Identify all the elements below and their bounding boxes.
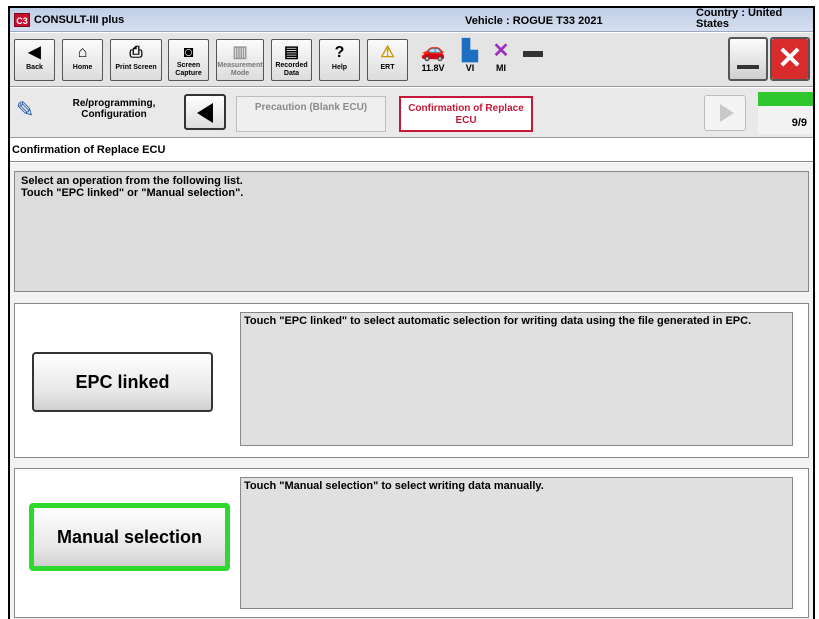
reprogramming-icon: ✎ bbox=[16, 97, 35, 122]
instruction-line-1: Select an operation from the following l… bbox=[21, 175, 243, 187]
vehicle-label: Vehicle : ROGUE T33 2021 bbox=[465, 15, 603, 27]
mi-x-icon: ✕ bbox=[492, 40, 510, 62]
battery-status: 🚗 11.8V bbox=[414, 37, 452, 73]
camera-icon: ◙ bbox=[183, 44, 194, 61]
ert-button[interactable]: ⚠ ERT bbox=[367, 39, 408, 81]
vi-label: VI bbox=[465, 63, 475, 73]
epc-linked-button[interactable]: EPC linked bbox=[32, 352, 213, 412]
screen-capture-button[interactable]: ◙ Screen Capture bbox=[168, 39, 209, 81]
back-label: Back bbox=[26, 64, 43, 71]
manual-selection-description: Touch "Manual selection" to select writi… bbox=[240, 477, 793, 609]
measurement-icon: ▥ bbox=[232, 44, 248, 61]
minimize-button[interactable] bbox=[728, 37, 768, 81]
home-icon: ⌂ bbox=[77, 44, 88, 61]
instruction-line-2: Touch "EPC linked" or "Manual selection"… bbox=[21, 187, 244, 199]
measurement-mode-button[interactable]: ▥ Measurement Mode bbox=[216, 39, 264, 81]
page-title: Confirmation of Replace ECU bbox=[10, 139, 813, 162]
help-label: Help bbox=[331, 64, 348, 71]
country-label: Country : United States bbox=[696, 7, 783, 30]
close-icon: ✕ bbox=[772, 39, 808, 79]
recorded-data-button[interactable]: ▤ Recorded Data bbox=[271, 39, 312, 81]
signal-icon: ▙ bbox=[462, 40, 478, 62]
app-title: CONSULT-III plus bbox=[34, 14, 125, 26]
title-bar: C3 CONSULT-III plus Vehicle : ROGUE T33 … bbox=[10, 8, 813, 32]
progress-bar-fill bbox=[758, 92, 813, 106]
recorded-data-icon: ▤ bbox=[283, 44, 300, 61]
home-button[interactable]: ⌂ Home bbox=[62, 39, 103, 81]
progress-text: 9/9 bbox=[791, 117, 807, 129]
epc-linked-panel: EPC linked Touch "EPC linked" to select … bbox=[14, 303, 809, 458]
instruction-box: Select an operation from the following l… bbox=[14, 171, 809, 292]
mi-status: ✕ MI bbox=[488, 37, 514, 73]
manual-selection-button[interactable]: Manual selection bbox=[29, 503, 230, 571]
print-screen-button[interactable]: ⎙ Print Screen bbox=[110, 39, 162, 81]
back-button[interactable]: ◀ Back bbox=[14, 39, 55, 81]
connection-status: ▬ bbox=[518, 37, 548, 63]
main-content: Select an operation from the following l… bbox=[10, 163, 813, 619]
app-window: C3 CONSULT-III plus Vehicle : ROGUE T33 … bbox=[8, 6, 815, 619]
manual-selection-panel: Manual selection Touch "Manual selection… bbox=[14, 468, 809, 618]
recorded-data-label: Recorded Data bbox=[275, 62, 308, 77]
printer-icon: ⎙ bbox=[129, 44, 143, 61]
consult-logo-icon: C3 bbox=[14, 13, 30, 27]
close-button[interactable]: ✕ bbox=[770, 37, 810, 81]
breadcrumb-reprogramming[interactable]: Re/programming, Configuration bbox=[54, 98, 174, 120]
navigation-bar: ✎ Re/programming, Configuration Precauti… bbox=[10, 88, 813, 138]
warning-icon: ⚠ bbox=[380, 44, 395, 61]
measurement-mode-label: Measurement Mode bbox=[217, 62, 263, 77]
voltage-label: 11.8V bbox=[421, 63, 445, 73]
connection-block-icon: ▬ bbox=[523, 40, 543, 62]
epc-linked-description: Touch "EPC linked" to select automatic s… bbox=[240, 312, 793, 446]
screen-capture-label: Screen Capture bbox=[175, 62, 202, 77]
vi-status: ▙ VI bbox=[457, 37, 483, 73]
help-button[interactable]: ? Help bbox=[319, 39, 360, 81]
toolbar: ◀ Back ⌂ Home ⎙ Print Screen ◙ Screen Ca… bbox=[10, 33, 813, 87]
step-precaution[interactable]: Precaution (Blank ECU) bbox=[236, 96, 386, 132]
minimize-icon bbox=[737, 65, 759, 69]
step-confirmation: Confirmation of Replace ECU bbox=[399, 96, 533, 132]
print-screen-label: Print Screen bbox=[115, 64, 157, 71]
car-icon: 🚗 bbox=[420, 40, 446, 62]
help-icon: ? bbox=[334, 44, 345, 61]
back-arrow-icon: ◀ bbox=[28, 44, 41, 61]
home-label: Home bbox=[72, 64, 93, 71]
ert-label: ERT bbox=[380, 64, 395, 71]
progress-indicator: 9/9 bbox=[758, 92, 813, 134]
next-step-button[interactable] bbox=[704, 95, 746, 131]
mi-label: MI bbox=[496, 63, 506, 73]
previous-step-button[interactable] bbox=[184, 94, 226, 130]
